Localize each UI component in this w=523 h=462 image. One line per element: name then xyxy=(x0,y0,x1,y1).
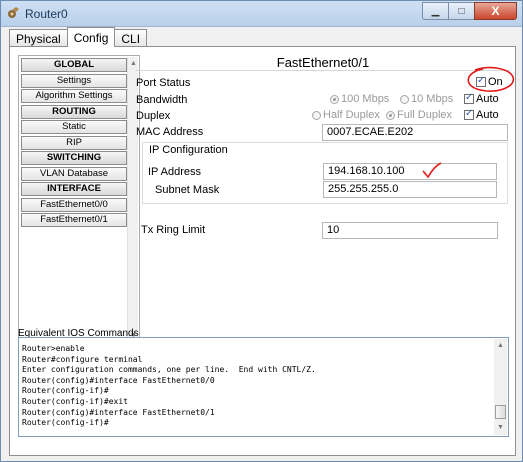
duplex-auto-label: Auto xyxy=(476,109,499,121)
subnet-mask-label: Subnet Mask xyxy=(155,184,220,196)
mac-row: MAC Address 0007.ECAE.E202 xyxy=(136,124,510,141)
tx-ring-row: Tx Ring Limit 10 xyxy=(136,222,510,239)
ios-scroll-up-icon[interactable]: ▲ xyxy=(494,340,507,352)
duplex-full-radio[interactable] xyxy=(386,110,395,120)
bandwidth-auto-label: Auto xyxy=(476,93,499,105)
port-status-on-label: On xyxy=(488,76,503,88)
close-button[interactable]: X xyxy=(474,2,517,20)
tx-ring-label: Tx Ring Limit xyxy=(141,224,206,236)
bandwidth-label: Bandwidth xyxy=(136,94,188,106)
maximize-icon: □ xyxy=(458,5,465,17)
tab-bar: Physical Config CLI xyxy=(9,27,148,47)
bandwidth-auto-option[interactable]: Auto xyxy=(464,92,499,105)
window-title: Router0 xyxy=(25,7,68,21)
duplex-half-option[interactable]: Half Duplex xyxy=(312,109,380,121)
minimize-icon: ▁ xyxy=(431,5,440,17)
ip-address-label: IP Address xyxy=(148,166,201,178)
nav-header-routing: ROUTING xyxy=(21,104,127,119)
nav-item-algorithm-settings[interactable]: Algorithm Settings xyxy=(21,89,127,103)
ip-address-field[interactable]: 194.168.10.100 xyxy=(323,163,497,180)
duplex-full-option[interactable]: Full Duplex xyxy=(386,109,452,121)
title-bar[interactable]: Router0 ▁ □ X xyxy=(1,1,522,27)
subnet-mask-field[interactable]: 255.255.255.0 xyxy=(323,181,497,198)
duplex-auto-checkbox[interactable] xyxy=(464,108,474,121)
ios-commands-box[interactable]: Router>enable Router#configure terminal … xyxy=(18,337,509,437)
port-status-label: Port Status xyxy=(136,77,191,89)
bandwidth-10-option[interactable]: 10 Mbps xyxy=(400,93,453,105)
bandwidth-row: Bandwidth 100 Mbps 10 Mbps Auto xyxy=(136,92,510,108)
ios-scroll-down-icon[interactable]: ▼ xyxy=(494,422,507,434)
port-status-toggle[interactable]: On xyxy=(476,75,503,88)
nav-item-settings[interactable]: Settings xyxy=(21,73,127,88)
ios-commands-text: Router>enable Router#configure terminal … xyxy=(22,344,316,428)
nav-header-global: GLOBAL xyxy=(21,58,127,72)
tx-ring-limit-field[interactable]: 10 xyxy=(322,222,498,239)
bandwidth-100-option[interactable]: 100 Mbps xyxy=(330,93,389,105)
panel-title: FastEthernet0/1 xyxy=(136,55,510,71)
duplex-row: Duplex Half Duplex Full Duplex Auto xyxy=(136,108,510,124)
ios-scroll-thumb[interactable] xyxy=(495,405,506,419)
ios-scrollbar[interactable]: ▲ ▼ xyxy=(494,339,507,435)
duplex-auto-option[interactable]: Auto xyxy=(464,108,499,121)
router-window: Router0 ▁ □ X Physical Config CLI GLOBAL… xyxy=(0,0,523,462)
duplex-full-label: Full Duplex xyxy=(397,109,453,121)
nav-item-fastethernet0-0[interactable]: FastEthernet0/0 xyxy=(21,197,127,212)
config-nav: GLOBAL Settings Algorithm Settings ROUTI… xyxy=(18,55,140,345)
ip-configuration-group: IP Configuration IP Address 194.168.10.1… xyxy=(142,142,508,204)
nav-item-static[interactable]: Static xyxy=(21,120,127,134)
mac-label: MAC Address xyxy=(136,126,204,138)
tab-config[interactable]: Config xyxy=(66,27,116,47)
nav-item-vlan-database[interactable]: VLAN Database xyxy=(21,166,127,181)
bandwidth-100-label: 100 Mbps xyxy=(341,93,390,105)
nav-header-switching: SWITCHING xyxy=(21,151,127,165)
nav-header-interface: INTERFACE xyxy=(21,182,127,196)
duplex-half-label: Half Duplex xyxy=(323,109,380,121)
port-status-checkbox[interactable] xyxy=(476,75,486,88)
close-icon: X xyxy=(491,4,500,18)
duplex-label: Duplex xyxy=(136,110,171,122)
port-status-row: Port Status On xyxy=(136,75,510,91)
config-content: GLOBAL Settings Algorithm Settings ROUTI… xyxy=(9,46,516,456)
mac-address-field[interactable]: 0007.ECAE.E202 xyxy=(322,124,508,141)
maximize-button[interactable]: □ xyxy=(448,2,474,20)
minimize-button[interactable]: ▁ xyxy=(422,2,448,20)
bandwidth-10-radio[interactable] xyxy=(400,94,409,104)
bandwidth-auto-checkbox[interactable] xyxy=(464,92,474,105)
router-app-icon xyxy=(8,7,19,18)
nav-item-rip[interactable]: RIP xyxy=(21,135,127,150)
tab-cli[interactable]: CLI xyxy=(114,29,148,47)
interface-panel: FastEthernet0/1 Port Status On Bandwidth… xyxy=(136,55,510,335)
nav-list: GLOBAL Settings Algorithm Settings ROUTI… xyxy=(21,58,127,229)
ip-config-title: IP Configuration xyxy=(149,144,228,156)
bandwidth-100-radio[interactable] xyxy=(330,94,339,104)
nav-item-fastethernet0-1[interactable]: FastEthernet0/1 xyxy=(21,213,127,227)
bandwidth-10-label: 10 Mbps xyxy=(411,93,454,105)
tab-physical[interactable]: Physical xyxy=(9,29,68,47)
duplex-half-radio[interactable] xyxy=(312,110,321,120)
